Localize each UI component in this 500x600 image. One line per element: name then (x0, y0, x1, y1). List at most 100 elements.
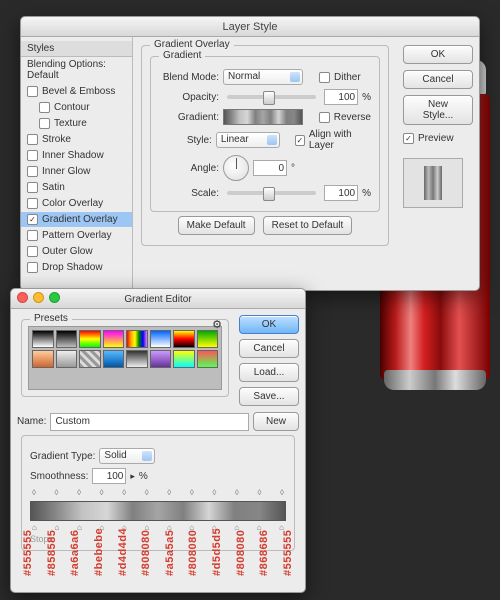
scale-slider[interactable] (227, 191, 316, 195)
stop-hex: #555555 (282, 554, 294, 576)
gradient-editor-window: Gradient Editor Presets ⚙ OK Cancel Load… (10, 288, 306, 593)
opacity-stop[interactable]: ◊ (122, 488, 126, 497)
minimize-icon[interactable] (33, 292, 44, 303)
styles-header[interactable]: Styles (21, 41, 132, 57)
smoothness-input[interactable] (92, 468, 126, 484)
stop-hex: #d5d5d5 (211, 554, 223, 576)
opacity-stop[interactable]: ◊ (257, 488, 261, 497)
effect-texture[interactable]: Texture (21, 116, 132, 132)
preview-label: Preview (418, 133, 454, 144)
opacity-stop[interactable]: ◊ (190, 488, 194, 497)
effect-satin[interactable]: Satin (21, 180, 132, 196)
make-default-button[interactable]: Make Default (178, 216, 255, 235)
new-style-button[interactable]: New Style... (403, 95, 473, 125)
gradient-type-label: Gradient Type: (30, 451, 95, 462)
effect-inner-shadow[interactable]: Inner Shadow (21, 148, 132, 164)
effect-pattern-overlay[interactable]: Pattern Overlay (21, 228, 132, 244)
name-label: Name: (17, 416, 46, 427)
presets-label: Presets (30, 313, 72, 324)
opacity-label: Opacity: (159, 92, 219, 103)
effect-checkbox[interactable] (27, 166, 38, 177)
preset-grid[interactable] (28, 326, 222, 390)
opacity-slider[interactable] (227, 95, 316, 99)
preview-thumb (403, 158, 463, 208)
effect-checkbox[interactable] (27, 134, 38, 145)
stop-hex: #a6a6a6 (69, 554, 81, 576)
opacity-stop[interactable]: ◊ (280, 488, 284, 497)
gear-icon[interactable]: ⚙ (212, 318, 222, 331)
style-select[interactable]: Linear (216, 132, 280, 148)
cancel-button[interactable]: Cancel (239, 339, 299, 358)
effect-inner-glow[interactable]: Inner Glow (21, 164, 132, 180)
effect-checkbox[interactable] (27, 150, 38, 161)
stop-hex: #555555 (22, 554, 34, 576)
cancel-button[interactable]: Cancel (403, 70, 473, 89)
effect-checkbox[interactable] (27, 86, 38, 97)
dither-checkbox[interactable] (319, 72, 330, 83)
window-title[interactable]: Layer Style (21, 17, 479, 37)
new-button[interactable]: New (253, 412, 299, 431)
angle-label: Angle: (159, 163, 219, 174)
load-button[interactable]: Load... (239, 363, 299, 382)
dialog-buttons: OK Cancel New Style... ✓ Preview (397, 37, 479, 292)
window-title[interactable]: Gradient Editor (11, 289, 305, 309)
opacity-stop[interactable]: ◊ (212, 488, 216, 497)
can-bottom (384, 370, 486, 390)
zoom-icon[interactable] (49, 292, 60, 303)
effect-checkbox[interactable] (27, 230, 38, 241)
angle-input[interactable] (253, 160, 287, 176)
effect-contour[interactable]: Contour (21, 100, 132, 116)
opacity-stop[interactable]: ◊ (55, 488, 59, 497)
opacity-stop[interactable]: ◊ (100, 488, 104, 497)
preview-checkbox[interactable]: ✓ (403, 133, 414, 144)
effect-checkbox[interactable] (27, 198, 38, 209)
layer-style-window: Layer Style Styles Blending Options: Def… (20, 16, 480, 291)
effect-settings-panel: Gradient Overlay Gradient Blend Mode:Nor… (133, 37, 397, 292)
blend-mode-label: Blend Mode: (159, 72, 219, 83)
gradient-label: Gradient: (159, 112, 219, 123)
effect-stroke[interactable]: Stroke (21, 132, 132, 148)
stop-hex: #a5a5a5 (164, 554, 176, 576)
style-label: Style: (159, 135, 212, 146)
effect-checkbox[interactable] (39, 102, 50, 113)
stop-hex: #bebebe (93, 554, 105, 576)
scale-label: Scale: (159, 188, 219, 199)
stop-hex: #868686 (258, 554, 270, 576)
align-checkbox[interactable]: ✓ (295, 135, 305, 146)
effect-drop-shadow[interactable]: Drop Shadow (21, 260, 132, 276)
scale-input[interactable] (324, 185, 358, 201)
save-button[interactable]: Save... (239, 387, 299, 406)
opacity-stop[interactable]: ◊ (235, 488, 239, 497)
gradient-type-select[interactable]: Solid (99, 448, 155, 464)
opacity-stop[interactable]: ◊ (32, 488, 36, 497)
ok-button[interactable]: OK (403, 45, 473, 64)
opacity-stop[interactable]: ◊ (77, 488, 81, 497)
opacity-stop[interactable]: ◊ (145, 488, 149, 497)
gradient-bar[interactable] (30, 501, 286, 521)
stop-hex: #808080 (235, 554, 247, 576)
reverse-checkbox[interactable] (319, 112, 330, 123)
opacity-input[interactable] (324, 89, 358, 105)
blending-options[interactable]: Blending Options: Default (21, 57, 132, 84)
effect-color-overlay[interactable]: Color Overlay (21, 196, 132, 212)
effect-checkbox[interactable] (27, 182, 38, 193)
reset-default-button[interactable]: Reset to Default (263, 216, 353, 235)
effect-bevel-emboss[interactable]: Bevel & Emboss (21, 84, 132, 100)
align-label: Align with Layer (309, 129, 371, 151)
reverse-label: Reverse (334, 112, 371, 123)
effect-gradient-overlay[interactable]: ✓Gradient Overlay (21, 212, 132, 228)
subgroup-title: Gradient (159, 50, 205, 61)
blend-mode-select[interactable]: Normal (223, 69, 303, 85)
name-input[interactable] (50, 413, 249, 431)
close-icon[interactable] (17, 292, 28, 303)
effect-outer-glow[interactable]: Outer Glow (21, 244, 132, 260)
stop-hex: #808080 (187, 554, 199, 576)
ok-button[interactable]: OK (239, 315, 299, 334)
effect-checkbox[interactable]: ✓ (27, 214, 38, 225)
angle-dial[interactable] (223, 155, 249, 181)
effect-checkbox[interactable] (39, 118, 50, 129)
effect-checkbox[interactable] (27, 262, 38, 273)
opacity-stop[interactable]: ◊ (167, 488, 171, 497)
gradient-swatch[interactable] (223, 109, 303, 125)
effect-checkbox[interactable] (27, 246, 38, 257)
